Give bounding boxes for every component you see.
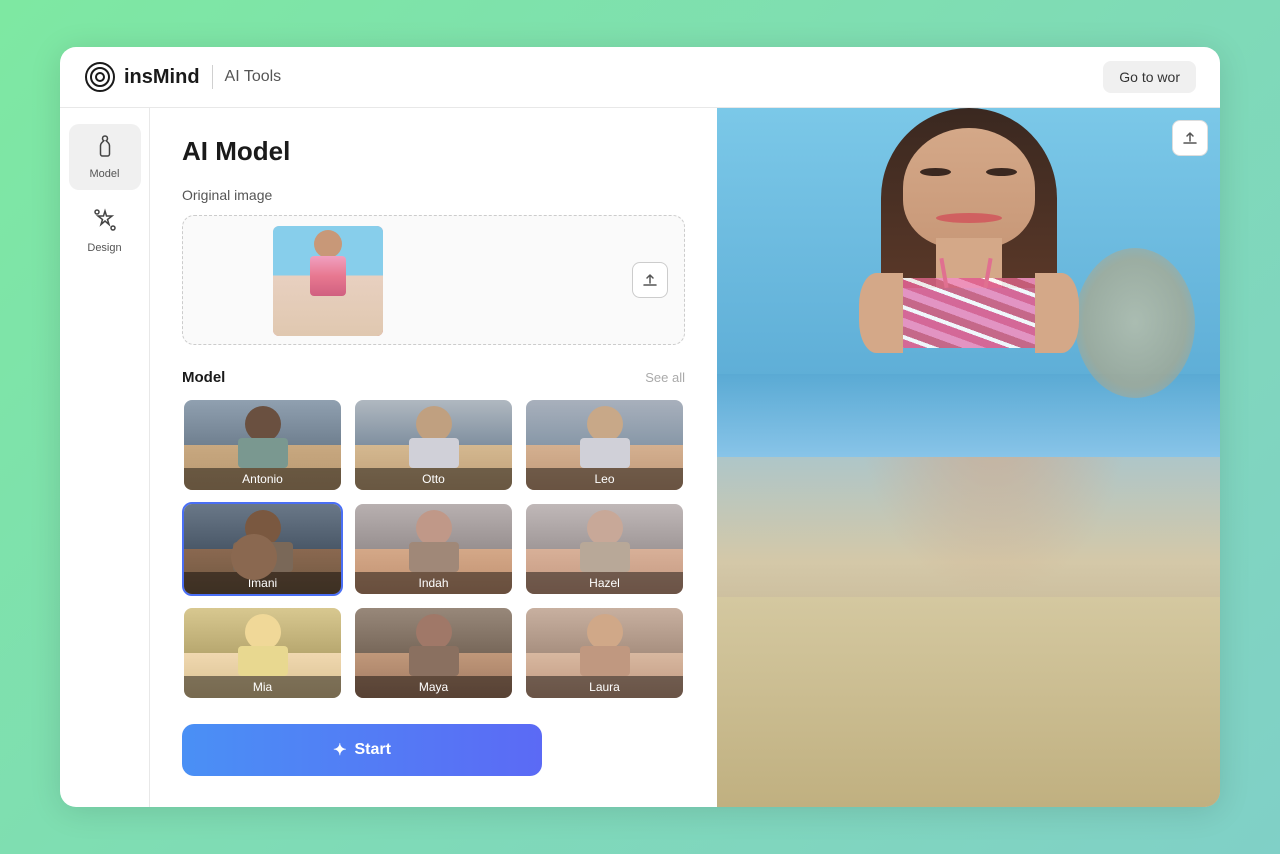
model-card-imani[interactable]: Imani [182,502,343,596]
page-title: AI Model [182,136,685,167]
main-layout: Model Design AI Model Original image [60,108,1220,807]
model-card-indah[interactable]: Indah [353,502,514,596]
model-name-antonio: Antonio [184,468,341,490]
model-card-otto[interactable]: Otto [353,398,514,492]
go-to-work-button[interactable]: Go to wor [1103,61,1196,93]
model-card-leo[interactable]: Leo [524,398,685,492]
logo-icon [84,61,116,93]
model-name-indah: Indah [355,572,512,594]
sidebar-item-model[interactable]: Model [69,124,141,190]
preview-upload-button[interactable] [1172,120,1208,156]
start-icon: ✦ [333,740,346,760]
model-section-title: Model [182,369,225,386]
model-grid: Antonio Otto Leo [182,398,685,700]
logo-text: insMind [124,66,200,89]
logo: insMind [84,61,200,93]
preview-upload-icon [1181,129,1199,147]
sidebar-model-label: Model [90,168,120,180]
model-section-header: Model See all [182,369,685,386]
model-card-mia[interactable]: Mia [182,606,343,700]
model-name-maya: Maya [355,676,512,698]
sidebar-design-label: Design [87,242,121,254]
original-image-label: Original image [182,187,685,203]
header-left: insMind AI Tools [84,61,281,93]
sidebar-item-design[interactable]: Design [69,198,141,264]
model-name-hazel: Hazel [526,572,683,594]
model-name-leo: Leo [526,468,683,490]
see-all-link[interactable]: See all [645,370,685,385]
upload-icon [641,271,659,289]
model-card-maya[interactable]: Maya [353,606,514,700]
start-label: Start [354,741,390,759]
model-icon [93,134,117,164]
header-nav-label: AI Tools [225,68,282,86]
app-header: insMind AI Tools Go to wor [60,47,1220,108]
upload-button[interactable] [632,262,668,298]
model-name-mia: Mia [184,676,341,698]
model-name-otto: Otto [355,468,512,490]
sidebar: Model Design [60,108,150,807]
upload-preview-image [273,226,383,336]
preview-background [717,108,1220,807]
model-card-antonio[interactable]: Antonio [182,398,343,492]
upload-area[interactable] [182,215,685,345]
model-card-hazel[interactable]: Hazel [524,502,685,596]
model-name-laura: Laura [526,676,683,698]
start-button[interactable]: ✦ Start [182,724,542,776]
header-divider [212,65,213,89]
content-area: AI Model Original image [150,108,717,807]
model-card-laura[interactable]: Laura [524,606,685,700]
design-icon [93,208,117,238]
preview-panel [717,108,1220,807]
